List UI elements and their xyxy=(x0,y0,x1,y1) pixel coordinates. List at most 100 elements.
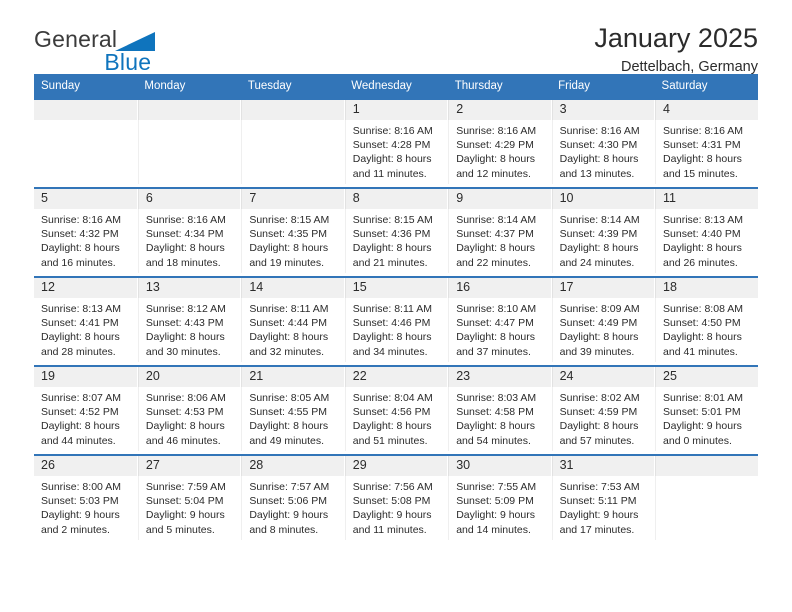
day-sunset: Sunset: 4:58 PM xyxy=(456,406,534,419)
day-sunset: Sunset: 5:09 PM xyxy=(456,495,534,508)
day-details: Sunrise: 8:13 AM Sunset: 4:40 PM Daylight:… xyxy=(655,209,758,273)
day-number: 21 xyxy=(241,367,344,387)
day-sunrise: Sunrise: 8:09 AM xyxy=(559,303,640,315)
day-daylight-line1: Daylight: 8 hours xyxy=(352,331,432,344)
calendar-day-cell[interactable]: 24 Sunrise: 8:02 AM Sunset: 4:59 PM Dayligh… xyxy=(550,365,655,455)
day-daylight-line1: Daylight: 8 hours xyxy=(41,420,120,433)
calendar-day-cell[interactable]: 8 Sunrise: 8:15 AM Sunset: 4:36 PM Daylight… xyxy=(343,187,448,277)
day-number: 5 xyxy=(34,189,137,209)
day-sunrise: Sunrise: 8:14 AM xyxy=(456,214,537,226)
day-details: Sunrise: 8:04 AM Sunset: 4:56 PM Daylight:… xyxy=(344,387,447,451)
calendar-day-cell[interactable]: 21 Sunrise: 8:05 AM Sunset: 4:55 PM Dayligh… xyxy=(240,365,345,455)
weekday-header-sunday: Sunday xyxy=(34,74,138,99)
day-daylight-line1: Daylight: 8 hours xyxy=(559,153,639,166)
day-sunrise: Sunrise: 8:11 AM xyxy=(352,303,432,315)
calendar-day-cell[interactable]: 28 Sunrise: 7:57 AM Sunset: 5:06 PM Dayligh… xyxy=(240,454,345,544)
calendar-day-cell[interactable]: 23 Sunrise: 8:03 AM Sunset: 4:58 PM Dayligh… xyxy=(447,365,552,455)
day-number: 9 xyxy=(448,189,551,209)
calendar-day-cell[interactable]: 17 Sunrise: 8:09 AM Sunset: 4:49 PM Dayligh… xyxy=(550,276,655,366)
day-number: 14 xyxy=(241,278,344,298)
calendar-day-cell[interactable]: 31 Sunrise: 7:53 AM Sunset: 5:11 PM Dayligh… xyxy=(550,454,655,544)
day-number: 19 xyxy=(34,367,137,387)
day-daylight-line2: and 28 minutes. xyxy=(41,345,116,358)
calendar-day-cell[interactable]: 13 Sunrise: 8:12 AM Sunset: 4:43 PM Dayligh… xyxy=(136,276,241,366)
day-details xyxy=(241,120,343,184)
day-sunset: Sunset: 4:49 PM xyxy=(559,317,638,330)
calendar-day-cell[interactable]: 22 Sunrise: 8:04 AM Sunset: 4:56 PM Dayligh… xyxy=(343,365,448,455)
calendar-day-cell[interactable]: 4 Sunrise: 8:16 AM Sunset: 4:31 PM Daylight… xyxy=(654,98,758,188)
day-daylight-line2: and 11 minutes. xyxy=(352,523,427,536)
day-sunset: Sunset: 4:41 PM xyxy=(41,317,119,330)
calendar-day-cell[interactable]: 11 Sunrise: 8:13 AM Sunset: 4:40 PM Dayligh… xyxy=(654,187,758,277)
calendar-day-cell[interactable]: 9 Sunrise: 8:14 AM Sunset: 4:37 PM Daylight… xyxy=(447,187,552,277)
weekday-header-monday: Monday xyxy=(137,74,241,99)
calendar-day-cell[interactable]: 16 Sunrise: 8:10 AM Sunset: 4:47 PM Dayligh… xyxy=(447,276,552,366)
day-details: Sunrise: 8:16 AM Sunset: 4:29 PM Daylight:… xyxy=(448,120,550,184)
day-sunset: Sunset: 5:06 PM xyxy=(249,495,327,508)
day-details: Sunrise: 8:08 AM Sunset: 4:50 PM Daylight:… xyxy=(655,298,758,362)
day-sunset: Sunset: 4:53 PM xyxy=(145,406,224,419)
day-details: Sunrise: 8:05 AM Sunset: 4:55 PM Daylight:… xyxy=(241,387,343,451)
day-daylight-line2: and 15 minutes. xyxy=(663,167,738,180)
day-sunset: Sunset: 4:29 PM xyxy=(456,139,534,152)
day-sunset: Sunset: 4:46 PM xyxy=(352,317,431,330)
day-daylight-line2: and 30 minutes. xyxy=(145,345,221,358)
calendar-day-cell[interactable]: 25 Sunrise: 8:01 AM Sunset: 5:01 PM Dayligh… xyxy=(654,365,758,455)
brand-logo[interactable]: General Blue xyxy=(34,24,156,74)
calendar-day-cell[interactable]: 12 Sunrise: 8:13 AM Sunset: 4:41 PM Dayligh… xyxy=(34,276,138,366)
day-sunset: Sunset: 4:34 PM xyxy=(145,228,224,241)
calendar-day-cell[interactable]: 2 Sunrise: 8:16 AM Sunset: 4:29 PM Daylight… xyxy=(447,98,552,188)
calendar-day-cell[interactable]: 6 Sunrise: 8:16 AM Sunset: 4:34 PM Daylight… xyxy=(136,187,241,277)
day-details xyxy=(655,476,758,540)
day-sunset: Sunset: 5:11 PM xyxy=(559,495,637,508)
day-number: 28 xyxy=(241,456,344,476)
day-sunset: Sunset: 5:04 PM xyxy=(145,495,224,508)
calendar-day-cell[interactable]: 29 Sunrise: 7:56 AM Sunset: 5:08 PM Dayligh… xyxy=(343,454,448,544)
day-daylight-line2: and 54 minutes. xyxy=(456,434,531,447)
calendar-day-cell[interactable]: 14 Sunrise: 8:11 AM Sunset: 4:44 PM Dayligh… xyxy=(240,276,345,366)
day-sunrise: Sunrise: 7:55 AM xyxy=(456,481,537,493)
day-details xyxy=(34,120,137,184)
calendar-day-cell[interactable]: 1 Sunrise: 8:16 AM Sunset: 4:28 PM Daylight… xyxy=(343,98,448,188)
day-number: 16 xyxy=(448,278,551,298)
day-sunrise: Sunrise: 8:11 AM xyxy=(249,303,329,315)
day-sunset: Sunset: 4:35 PM xyxy=(249,228,327,241)
day-details: Sunrise: 8:09 AM Sunset: 4:49 PM Daylight:… xyxy=(551,298,654,362)
calendar-week-row: 12 Sunrise: 8:13 AM Sunset: 4:41 PM Dayligh… xyxy=(34,276,758,366)
day-sunrise: Sunrise: 8:07 AM xyxy=(41,392,121,404)
day-number: 25 xyxy=(655,367,758,387)
day-details: Sunrise: 7:53 AM Sunset: 5:11 PM Daylight:… xyxy=(551,476,654,540)
day-number xyxy=(137,100,241,120)
calendar-day-cell[interactable]: 18 Sunrise: 8:08 AM Sunset: 4:50 PM Dayligh… xyxy=(654,276,758,366)
day-sunset: Sunset: 4:43 PM xyxy=(145,317,224,330)
day-sunset: Sunset: 4:52 PM xyxy=(41,406,119,419)
calendar-day-cell[interactable]: 3 Sunrise: 8:16 AM Sunset: 4:30 PM Daylight… xyxy=(550,98,655,188)
day-daylight-line1: Daylight: 8 hours xyxy=(559,242,639,255)
day-number: 27 xyxy=(137,456,241,476)
day-number: 3 xyxy=(551,100,655,120)
calendar-day-cell[interactable]: 20 Sunrise: 8:06 AM Sunset: 4:53 PM Dayligh… xyxy=(136,365,241,455)
day-sunrise: Sunrise: 8:05 AM xyxy=(249,392,330,404)
calendar-day-cell[interactable]: 26 Sunrise: 8:00 AM Sunset: 5:03 PM Dayligh… xyxy=(34,454,138,544)
day-details: Sunrise: 8:15 AM Sunset: 4:36 PM Daylight:… xyxy=(344,209,447,273)
day-sunrise: Sunrise: 8:16 AM xyxy=(41,214,121,226)
day-details: Sunrise: 8:16 AM Sunset: 4:34 PM Daylight:… xyxy=(137,209,240,273)
calendar-day-cell[interactable]: 27 Sunrise: 7:59 AM Sunset: 5:04 PM Dayligh… xyxy=(136,454,241,544)
calendar-day-cell[interactable]: 7 Sunrise: 8:15 AM Sunset: 4:35 PM Daylight… xyxy=(240,187,345,277)
calendar-day-cell[interactable]: 10 Sunrise: 8:14 AM Sunset: 4:39 PM Dayligh… xyxy=(550,187,655,277)
calendar-day-cell[interactable]: 30 Sunrise: 7:55 AM Sunset: 5:09 PM Dayligh… xyxy=(447,454,552,544)
day-sunrise: Sunrise: 8:01 AM xyxy=(663,392,743,404)
day-number: 31 xyxy=(551,456,655,476)
day-number: 23 xyxy=(448,367,551,387)
weekday-header-friday: Friday xyxy=(551,74,655,99)
day-daylight-line1: Daylight: 8 hours xyxy=(456,420,535,433)
day-daylight-line1: Daylight: 8 hours xyxy=(559,331,639,344)
day-daylight-line1: Daylight: 9 hours xyxy=(456,509,535,522)
day-number: 8 xyxy=(344,189,448,209)
day-details: Sunrise: 8:13 AM Sunset: 4:41 PM Daylight:… xyxy=(34,298,137,362)
calendar-day-cell[interactable]: 5 Sunrise: 8:16 AM Sunset: 4:32 PM Daylight… xyxy=(34,187,138,277)
calendar-day-cell[interactable]: 19 Sunrise: 8:07 AM Sunset: 4:52 PM Dayligh… xyxy=(34,365,138,455)
calendar-day-cell[interactable]: 15 Sunrise: 8:11 AM Sunset: 4:46 PM Dayligh… xyxy=(343,276,448,366)
day-sunset: Sunset: 4:56 PM xyxy=(352,406,431,419)
weekday-header-thursday: Thursday xyxy=(447,74,552,99)
